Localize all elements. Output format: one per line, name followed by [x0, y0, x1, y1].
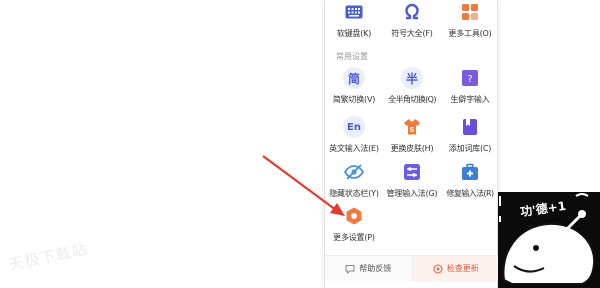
rare-char-icon: ?: [459, 67, 481, 89]
menu-footer: 帮助反馈 检查更新: [325, 255, 499, 281]
soft-keyboard-label: 软键盘(K): [336, 29, 372, 38]
input-method-menu: 软键盘(K) 符号大全(F) 更多工具(O) 常用设置 简 简繁切换(V) 半 …: [324, 0, 499, 288]
update-icon: [433, 264, 443, 274]
settings-hex-icon: [343, 205, 365, 227]
omega-icon: [401, 1, 423, 23]
english-input-item[interactable]: En 英文输入法(E): [325, 116, 383, 154]
tools-row: 软键盘(K) 符号大全(F) 更多工具(O): [325, 1, 499, 39]
settings-row-3: 隐藏状态栏(Y) 管理输入法(G) 修复输入法(R): [325, 161, 499, 199]
full-half-width-label: 全半角切换(Q): [388, 95, 436, 104]
settings-row-2: En 英文输入法(E) S 更换皮肤(H) 添加词库(C): [325, 116, 499, 154]
full-half-width-item[interactable]: 半 全半角切换(Q): [383, 67, 441, 105]
english-input-label: 英文输入法(E): [329, 144, 379, 153]
english-icon: En: [343, 116, 365, 138]
keyboard-icon: [343, 1, 365, 23]
repair-icon: [459, 161, 481, 183]
symbols-label: 符号大全(F): [391, 29, 433, 38]
check-update-button[interactable]: 检查更新: [411, 256, 499, 281]
hide-statusbar-label: 隐藏状态栏(Y): [329, 189, 379, 198]
svg-text:S: S: [409, 126, 414, 134]
watermark-text: 天极下载站: [7, 239, 90, 275]
help-feedback-button[interactable]: 帮助反馈: [325, 256, 412, 281]
more-tools-label: 更多工具(O): [448, 29, 492, 38]
halfwidth-icon: 半: [401, 67, 423, 89]
manage-input-item[interactable]: 管理输入法(G): [383, 161, 441, 199]
add-dictionary-label: 添加词库(C): [448, 144, 492, 153]
more-settings-item[interactable]: 更多设置(P): [325, 205, 383, 243]
chat-icon: [345, 264, 355, 274]
rare-char-label: 生僻字输入: [450, 95, 490, 104]
change-skin-label: 更换皮肤(H): [390, 144, 434, 153]
simplified-traditional-item[interactable]: 简 简繁切换(V): [325, 67, 383, 105]
manage-icon: [401, 161, 423, 183]
dictionary-icon: [459, 116, 481, 138]
repair-input-item[interactable]: 修复输入法(R): [441, 161, 499, 199]
more-tools-icon: [459, 1, 481, 23]
settings-row-4: 更多设置(P): [325, 205, 499, 243]
soft-keyboard-item[interactable]: 软键盘(K): [325, 1, 383, 39]
simplified-traditional-label: 简繁切换(V): [332, 95, 376, 104]
manage-input-label: 管理输入法(G): [386, 189, 438, 198]
rare-char-item[interactable]: ? 生僻字输入: [441, 67, 499, 105]
hide-statusbar-item[interactable]: 隐藏状态栏(Y): [325, 161, 383, 199]
skin-icon: S: [401, 116, 423, 138]
help-feedback-label: 帮助反馈: [359, 264, 392, 273]
repair-input-label: 修复输入法(R): [446, 189, 494, 198]
hide-eye-icon: [343, 161, 365, 183]
more-settings-label: 更多设置(P): [333, 233, 375, 242]
section-title: 常用设置: [336, 52, 368, 61]
simplified-icon: 简: [343, 67, 365, 89]
symbols-item[interactable]: 符号大全(F): [383, 1, 441, 39]
change-skin-item[interactable]: S 更换皮肤(H): [383, 116, 441, 154]
svg-text:?: ?: [467, 74, 472, 85]
settings-row-1: 简 简繁切换(V) 半 全半角切换(Q) ? 生僻字输入: [325, 67, 499, 105]
check-update-label: 检查更新: [446, 264, 479, 273]
more-tools-item[interactable]: 更多工具(O): [441, 1, 499, 39]
add-dictionary-item[interactable]: 添加词库(C): [441, 116, 499, 154]
